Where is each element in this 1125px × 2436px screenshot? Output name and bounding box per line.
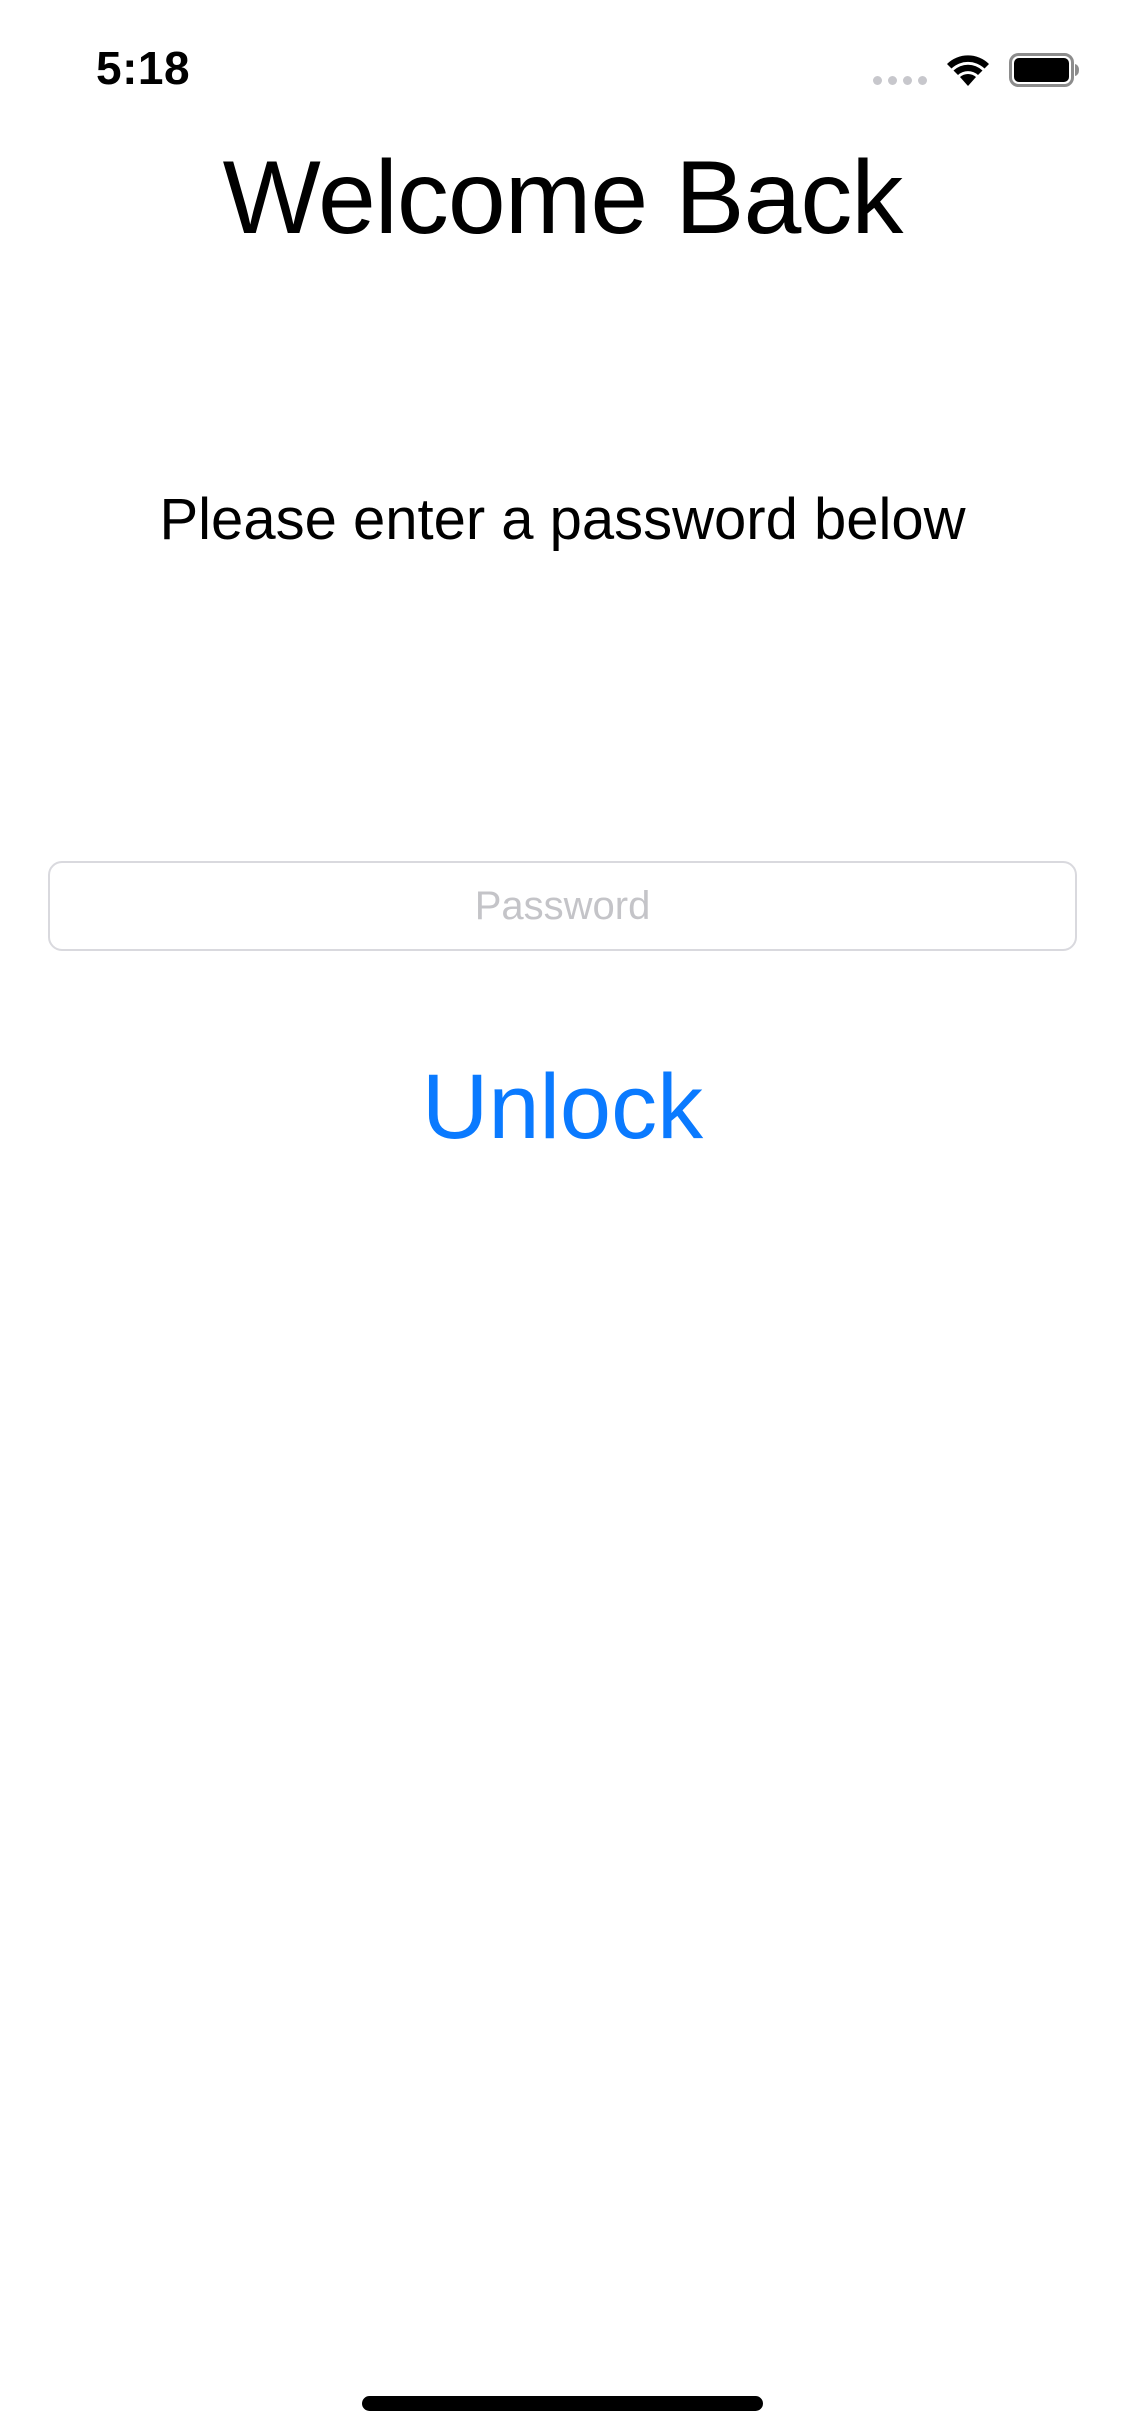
status-icons	[873, 50, 1081, 90]
page-subtitle: Please enter a password below	[159, 487, 966, 552]
page-title: Welcome Back	[222, 140, 904, 256]
unlock-button[interactable]: Unlock	[362, 1046, 763, 1168]
status-bar: 5:18	[0, 0, 1125, 132]
wifi-icon	[947, 55, 989, 86]
battery-icon	[1009, 53, 1079, 87]
cellular-signal-icon	[873, 69, 927, 85]
password-input[interactable]	[48, 861, 1077, 951]
status-time: 5:18	[96, 42, 191, 94]
home-indicator[interactable]	[362, 2396, 763, 2411]
